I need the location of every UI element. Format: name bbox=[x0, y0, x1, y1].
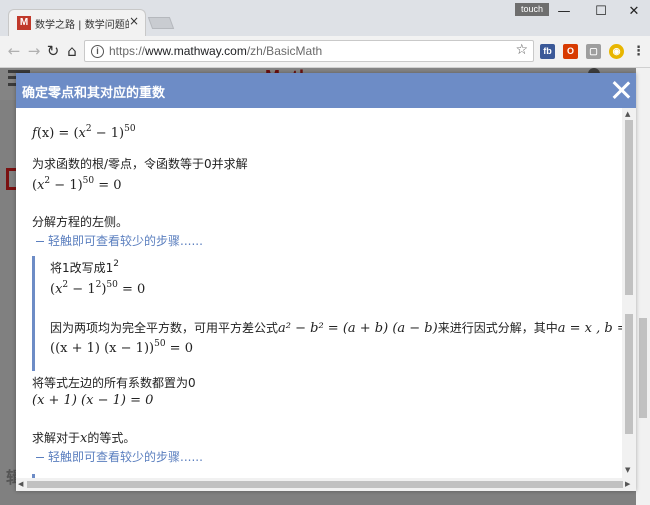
reload-icon[interactable]: ↻ bbox=[43, 41, 63, 61]
horizontal-scrollbar-thumb[interactable] bbox=[27, 481, 623, 488]
scroll-right-icon[interactable]: ▶ bbox=[625, 480, 630, 488]
substitution-formula: a = x , b = 1 bbox=[557, 321, 622, 336]
step-text: 分解方程的左侧。 bbox=[32, 215, 129, 229]
browser-tab[interactable]: M 数学之路 | 数学问题的和 × bbox=[8, 9, 146, 36]
page-scrollbar[interactable] bbox=[636, 68, 650, 505]
step-label-b: 的等式。 bbox=[87, 431, 136, 445]
steps-modal: 确定零点和其对应的重数 f(x) = (x2 − 1)50 为求函数的根/零点，… bbox=[16, 73, 636, 491]
substep-formula: (x2 − 12)50 = 0 bbox=[50, 280, 146, 297]
step-label-a: 求解对于 bbox=[32, 431, 81, 445]
formula-arg: (x) bbox=[36, 126, 55, 141]
touch-badge: touch bbox=[515, 3, 549, 16]
modal-horizontal-scrollbar[interactable]: ◀ ▶ bbox=[16, 478, 636, 491]
step-formula: (x2 − 1)50 = 0 bbox=[32, 176, 122, 193]
step-formula: (x + 1) (x − 1) = 0 bbox=[32, 393, 154, 408]
substep-exp: 2 bbox=[113, 259, 120, 269]
scrollbar-thumb-secondary[interactable] bbox=[625, 314, 633, 434]
minimize-button[interactable]: — bbox=[552, 3, 576, 21]
formula-exp: 50 bbox=[154, 339, 166, 349]
url-scheme: https:// bbox=[109, 44, 146, 58]
back-icon[interactable]: ← bbox=[4, 41, 24, 61]
modal-body: f(x) = (x2 − 1)50 为求函数的根/零点，令函数等于0并求解 (x… bbox=[16, 108, 622, 478]
minus-icon bbox=[36, 456, 44, 459]
function-formula: f(x) = (x2 − 1)50 bbox=[32, 124, 136, 141]
substep-text: 将1改写成12 bbox=[50, 259, 119, 276]
chrome-extension-icon[interactable]: ◉ bbox=[609, 44, 624, 59]
modal-title: 确定零点和其对应的重数 bbox=[22, 86, 166, 101]
formula-rhs: = 0 bbox=[165, 341, 193, 356]
link-label: 轻触即可查看较少的步骤...... bbox=[48, 450, 203, 464]
forward-icon[interactable]: → bbox=[24, 41, 44, 61]
browser-toolbar: ← → ↻ ⌂ i https://www.mathway.com/zh/Bas… bbox=[0, 36, 650, 68]
scroll-left-icon[interactable]: ◀ bbox=[18, 480, 23, 488]
substep-formula: ((x + 1) (x − 1))50 = 0 bbox=[50, 339, 193, 356]
tab-title: 数学之路 | 数学问题的和 bbox=[35, 20, 129, 31]
step-text: 求解对于x的等式。 bbox=[32, 429, 135, 446]
scroll-down-icon[interactable]: ▼ bbox=[625, 466, 630, 474]
window-close-button[interactable]: ✕ bbox=[622, 3, 646, 21]
url-text: https://www.mathway.com/zh/BasicMath bbox=[109, 44, 322, 58]
modal-vertical-scrollbar[interactable]: ▲ ▼ bbox=[622, 108, 636, 478]
formula-exp2: 50 bbox=[106, 280, 118, 290]
facebook-extension-icon[interactable]: fb bbox=[540, 44, 555, 59]
substep-label: 将1改写成1 bbox=[50, 261, 114, 275]
office-extension-icon[interactable]: O bbox=[563, 44, 578, 59]
mathway-favicon-icon: M bbox=[17, 16, 31, 30]
modal-header: 确定零点和其对应的重数 bbox=[16, 73, 636, 108]
scrollbar-thumb[interactable] bbox=[625, 120, 633, 295]
close-icon[interactable] bbox=[610, 79, 632, 101]
substep-label-2: 来进行因式分解，其中 bbox=[437, 321, 558, 335]
maximize-button[interactable]: ☐ bbox=[589, 3, 613, 21]
substep-text: 因为两项均为完全平方数，可用平方差公式a² − b² = (a + b) (a … bbox=[50, 319, 622, 336]
home-icon[interactable]: ⌂ bbox=[62, 41, 82, 61]
formula-eq: = bbox=[54, 126, 74, 141]
browser-titlebar: M 数学之路 | 数学问题的和 × touch — ☐ ✕ bbox=[0, 0, 650, 36]
info-icon[interactable]: i bbox=[91, 45, 104, 58]
formula-base: ((x + 1) (x − 1)) bbox=[50, 341, 155, 356]
link-label: 轻触即可查看较少的步骤...... bbox=[48, 234, 203, 248]
url-path: /zh/BasicMath bbox=[246, 44, 323, 58]
show-fewer-steps-link[interactable]: 轻触即可查看较少的步骤...... bbox=[36, 232, 203, 249]
browser-menu-icon[interactable]: ⋮ bbox=[632, 44, 645, 59]
step-text: 为求函数的根/零点，令函数等于0并求解 bbox=[32, 157, 248, 171]
screenshot-extension-icon[interactable]: ▢ bbox=[586, 44, 601, 59]
substep-label: 因为两项均为完全平方数，可用平方差公式 bbox=[50, 321, 279, 335]
formula-exp2: 50 bbox=[124, 124, 136, 134]
scroll-up-icon[interactable]: ▲ bbox=[625, 110, 630, 118]
page-scrollbar-thumb[interactable] bbox=[639, 318, 647, 418]
tab-close-icon[interactable]: × bbox=[129, 14, 139, 28]
new-tab-button[interactable] bbox=[147, 17, 175, 29]
show-fewer-steps-link[interactable]: 轻触即可查看较少的步骤...... bbox=[36, 448, 203, 465]
formula-rhs: = 0 bbox=[94, 178, 122, 193]
substeps-bar bbox=[32, 256, 35, 371]
minus-icon bbox=[36, 240, 44, 243]
url-host: www.mathway.com bbox=[145, 44, 247, 58]
formula-exp2: 50 bbox=[82, 176, 95, 186]
address-bar[interactable]: i https://www.mathway.com/zh/BasicMath ☆ bbox=[84, 40, 534, 62]
difference-of-squares-formula: a² − b² = (a + b) (a − b) bbox=[278, 321, 438, 336]
bookmark-star-icon[interactable]: ☆ bbox=[515, 42, 528, 58]
formula-rhs: = 0 bbox=[117, 282, 146, 297]
step-text: 将等式左边的所有系数都置为0 bbox=[32, 376, 196, 390]
